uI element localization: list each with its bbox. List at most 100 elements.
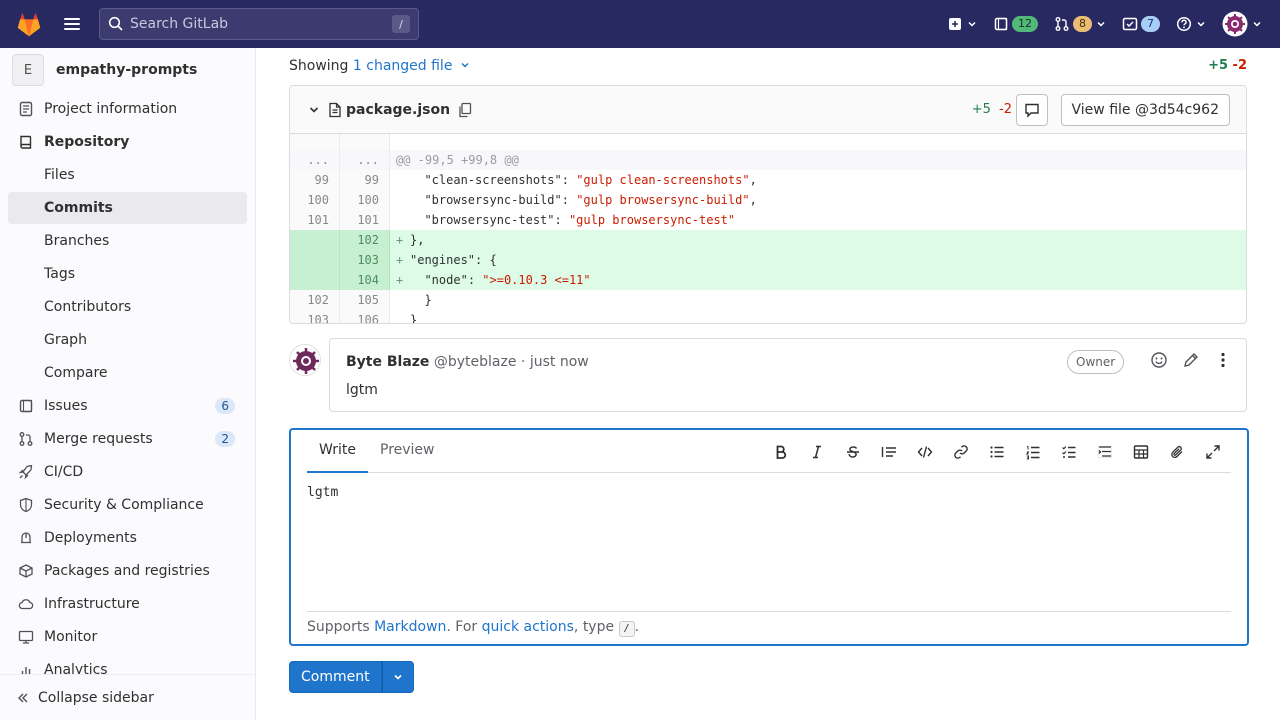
sidebar-item-label: Contributors xyxy=(44,299,132,315)
add-reaction-icon[interactable] xyxy=(1150,351,1168,369)
line-number-new[interactable]: 103 xyxy=(340,250,390,270)
comment-button[interactable]: Comment xyxy=(289,661,382,693)
diff-code: } xyxy=(390,310,1246,323)
note-body: lgtm xyxy=(346,382,378,398)
file-name[interactable]: package.json xyxy=(346,102,450,118)
line-number-old[interactable]: 103 xyxy=(290,310,340,323)
markdown-link[interactable]: Markdown xyxy=(374,619,446,635)
menu-icon[interactable] xyxy=(60,12,84,36)
sidebar-item-monitor[interactable]: Monitor xyxy=(8,621,247,653)
line-number-old[interactable]: 101 xyxy=(290,210,340,230)
sidebar-item-label: Graph xyxy=(44,332,87,348)
line-number-new[interactable]: ... xyxy=(340,150,390,170)
table-icon[interactable] xyxy=(1123,440,1159,464)
diff-text: "engines": { xyxy=(410,253,497,267)
user-menu[interactable] xyxy=(1222,11,1262,37)
help-menu[interactable] xyxy=(1176,16,1206,32)
attach-file-icon[interactable] xyxy=(1159,440,1195,464)
note-actions xyxy=(1150,351,1232,369)
line-number-new[interactable]: 101 xyxy=(340,210,390,230)
changed-files-dropdown[interactable]: 1 changed file xyxy=(353,58,470,74)
sidebar-item-infrastructure[interactable]: Infrastructure xyxy=(8,588,247,620)
sidebar-project-header[interactable]: E empathy-prompts xyxy=(12,54,197,86)
search-box[interactable]: / xyxy=(99,8,419,40)
changed-files-label: 1 changed file xyxy=(352,58,453,74)
line-number-new[interactable]: 106 xyxy=(340,310,390,323)
fullscreen-icon[interactable] xyxy=(1195,440,1231,464)
bullet-list-icon[interactable] xyxy=(979,440,1015,464)
link-icon[interactable] xyxy=(943,440,979,464)
diff-summary-prefix: Showing xyxy=(289,58,349,74)
chevron-down-icon[interactable] xyxy=(308,104,320,116)
comment-textarea[interactable] xyxy=(307,482,1231,604)
line-number-old[interactable]: 99 xyxy=(290,170,340,190)
bold-icon[interactable] xyxy=(763,440,799,464)
sidebar-item-tags[interactable]: Tags xyxy=(8,258,247,290)
chevron-down-icon xyxy=(461,62,469,68)
chevron-double-left-icon xyxy=(18,693,28,702)
note-author-handle[interactable]: @byteblaze xyxy=(434,354,517,370)
sidebar-item-files[interactable]: Files xyxy=(8,159,247,191)
hunk-header: @@ -99,5 +99,8 @@ xyxy=(390,150,1246,170)
top-navbar: / 12 8 7 xyxy=(0,0,1280,48)
todos-nav[interactable]: 7 xyxy=(1122,16,1160,32)
collapsible-section-icon[interactable] xyxy=(1087,440,1123,464)
sidebar-item-ci-cd[interactable]: CI/CD xyxy=(8,456,247,488)
sidebar-item-graph[interactable]: Graph xyxy=(8,324,247,356)
diff-sign xyxy=(396,170,410,190)
line-number-old[interactable]: 100 xyxy=(290,190,340,210)
sidebar-item-repository[interactable]: Repository xyxy=(8,126,247,158)
slash-key: / xyxy=(618,621,635,637)
numbered-list-icon[interactable] xyxy=(1015,440,1051,464)
line-number-new[interactable]: 105 xyxy=(340,290,390,310)
issues-nav[interactable]: 12 xyxy=(993,16,1038,32)
line-number-old[interactable]: ... xyxy=(290,150,340,170)
note-author-name[interactable]: Byte Blaze xyxy=(346,354,429,370)
line-number-new[interactable]: 100 xyxy=(340,190,390,210)
chevron-down-icon xyxy=(968,21,976,27)
code-icon[interactable] xyxy=(907,440,943,464)
gitlab-logo-icon[interactable] xyxy=(14,9,44,39)
comment-options-dropdown[interactable] xyxy=(381,661,414,693)
copy-icon[interactable] xyxy=(458,102,472,118)
collapse-sidebar-button[interactable]: Collapse sidebar xyxy=(0,674,255,720)
sidebar-item-branches[interactable]: Branches xyxy=(8,225,247,257)
toggle-comments-button[interactable] xyxy=(1016,94,1048,126)
mr-count-badge: 2 xyxy=(215,431,235,447)
sidebar-item-label: CI/CD xyxy=(44,464,84,480)
line-number-new[interactable]: 102 xyxy=(340,230,390,250)
line-number-new[interactable]: 99 xyxy=(340,170,390,190)
search-input[interactable] xyxy=(130,16,390,32)
diff-text: } xyxy=(410,293,432,307)
strikethrough-icon[interactable] xyxy=(835,440,871,464)
sidebar-item-contributors[interactable]: Contributors xyxy=(8,291,247,323)
quick-actions-link[interactable]: quick actions xyxy=(482,619,574,635)
more-actions-icon[interactable] xyxy=(1214,351,1232,369)
sidebar-item-commits[interactable]: Commits xyxy=(8,192,247,224)
line-number-new[interactable]: 104 xyxy=(340,270,390,290)
merge-requests-nav[interactable]: 8 xyxy=(1054,16,1106,32)
sidebar-item-security[interactable]: Security & Compliance xyxy=(8,489,247,521)
view-file-button[interactable]: View file @3d54c962 xyxy=(1060,94,1230,126)
sidebar-item-issues[interactable]: Issues 6 xyxy=(8,390,247,422)
note-timestamp[interactable]: · just now xyxy=(521,354,589,370)
tab-write[interactable]: Write xyxy=(307,442,368,473)
create-new-menu[interactable] xyxy=(947,16,977,32)
tab-preview[interactable]: Preview xyxy=(380,442,435,458)
edit-pencil-icon[interactable] xyxy=(1182,351,1200,369)
diff-row: 101 101 "browsersync-test": "gulp browse… xyxy=(290,210,1246,230)
sidebar-item-deployments[interactable]: Deployments xyxy=(8,522,247,554)
sidebar-item-merge-requests[interactable]: Merge requests 2 xyxy=(8,423,247,455)
sidebar-item-compare[interactable]: Compare xyxy=(8,357,247,389)
sidebar-item-label: Deployments xyxy=(44,530,137,546)
quote-icon[interactable] xyxy=(871,440,907,464)
sidebar-item-project-information[interactable]: Project information xyxy=(8,93,247,125)
shield-icon xyxy=(18,497,34,513)
italic-icon[interactable] xyxy=(799,440,835,464)
sidebar-item-label: Merge requests xyxy=(44,431,153,447)
task-list-icon[interactable] xyxy=(1051,440,1087,464)
line-number-old[interactable]: 102 xyxy=(290,290,340,310)
line-number-old xyxy=(290,250,340,270)
sidebar-item-packages[interactable]: Packages and registries xyxy=(8,555,247,587)
note-author-avatar[interactable] xyxy=(289,344,321,376)
